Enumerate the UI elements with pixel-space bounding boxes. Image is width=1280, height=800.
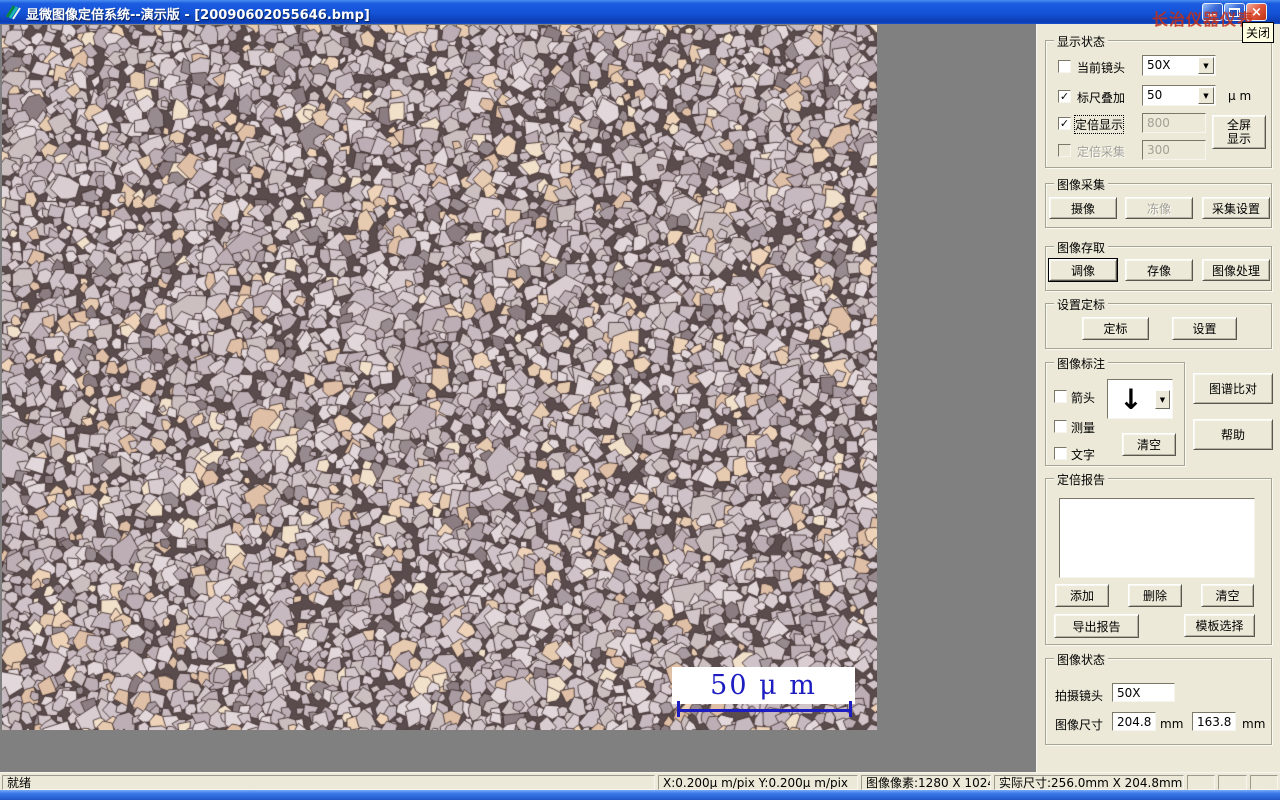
- arrow-down-icon: ↓: [1119, 382, 1143, 416]
- close-icon: ×: [1251, 4, 1262, 20]
- current-lens-label: 当前镜头: [1077, 61, 1126, 75]
- micrograph-image[interactable]: [2, 25, 877, 730]
- control-panel: 显示状态 当前镜头 50X ▼ ✓ 标尺叠加 50 ▼ μ m ✓ 定倍显示 8…: [1036, 24, 1280, 772]
- fixed-display-field: 800: [1142, 113, 1206, 133]
- group-display-status: 显示状态 当前镜头 50X ▼ ✓ 标尺叠加 50 ▼ μ m ✓ 定倍显示 8…: [1045, 33, 1272, 168]
- dropdown-arrow-icon[interactable]: ▼: [1155, 390, 1170, 409]
- load-image-button[interactable]: 调像: [1049, 259, 1117, 281]
- scale-unit-label: μ m: [1228, 89, 1252, 103]
- shoot-lens-field: 50X: [1112, 683, 1175, 702]
- report-add-button[interactable]: 添加: [1055, 584, 1109, 607]
- group-image-status-legend: 图像状态: [1054, 651, 1109, 668]
- current-lens-checkbox[interactable]: [1058, 60, 1071, 73]
- save-image-button[interactable]: 存像: [1125, 259, 1193, 281]
- help-button[interactable]: 帮助: [1193, 419, 1273, 450]
- template-select-button[interactable]: 模板选择: [1184, 614, 1255, 637]
- report-delete-button[interactable]: 删除: [1128, 584, 1182, 607]
- image-width-unit: mm: [1160, 717, 1184, 731]
- fullscreen-button-line1: 全屏: [1226, 118, 1251, 132]
- scale-overlay-checkbox[interactable]: ✓: [1058, 90, 1071, 103]
- shoot-lens-label: 拍摄镜头: [1055, 689, 1104, 703]
- status-extra-pane: [1250, 775, 1278, 790]
- image-process-button[interactable]: 图像处理: [1202, 259, 1270, 281]
- status-ready: 就绪: [2, 775, 655, 790]
- report-clear-button[interactable]: 清空: [1201, 584, 1254, 607]
- group-image-storage-legend: 图像存取: [1054, 239, 1109, 256]
- restore-icon: [1229, 7, 1240, 17]
- clear-annotation-button[interactable]: 清空: [1122, 433, 1176, 456]
- status-pixel-scale: X:0.200μ m/pix Y:0.200μ m/pix: [658, 775, 858, 790]
- app-icon: [5, 5, 21, 20]
- minimize-button[interactable]: [1202, 3, 1223, 21]
- group-annotation-legend: 图像标注: [1054, 355, 1109, 372]
- status-bar: 就绪 X:0.200μ m/pix Y:0.200μ m/pix 图像像素:12…: [0, 772, 1280, 790]
- image-height-field: 163.8: [1192, 712, 1236, 731]
- fullscreen-button-line2: 显示: [1226, 132, 1251, 146]
- fixed-capture-checkbox: [1058, 144, 1071, 157]
- group-report: 定倍报告 添加 删除 清空 导出报告 模板选择: [1045, 471, 1272, 645]
- close-tooltip: 关闭: [1242, 22, 1275, 43]
- scale-combobox[interactable]: 50 ▼: [1142, 85, 1216, 106]
- fixed-display-label: 定倍显示: [1073, 115, 1125, 134]
- status-extra-pane: [1218, 775, 1247, 790]
- group-calibration: 设置定标 定标 设置: [1045, 296, 1272, 349]
- text-checkbox[interactable]: [1054, 447, 1067, 460]
- fullscreen-button[interactable]: 全屏 显示: [1212, 115, 1266, 149]
- arrow-checkbox[interactable]: [1054, 390, 1067, 403]
- atlas-compare-button[interactable]: 图谱比对: [1193, 373, 1273, 404]
- group-image-capture: 图像采集 摄像 冻像 采集设置: [1045, 176, 1272, 228]
- capture-settings-button[interactable]: 采集设置: [1202, 197, 1270, 219]
- scalebar-left-cap: [677, 701, 680, 717]
- text-label: 文字: [1071, 448, 1096, 462]
- dropdown-arrow-icon[interactable]: ▼: [1198, 57, 1214, 74]
- scalebar-right-cap: [849, 701, 852, 717]
- group-image-status: 图像状态 拍摄镜头 50X 图像尺寸 204.8 mm 163.8 mm: [1045, 651, 1272, 745]
- measure-label: 测量: [1071, 421, 1096, 435]
- restore-button[interactable]: [1224, 3, 1245, 21]
- group-report-legend: 定倍报告: [1054, 471, 1109, 488]
- group-calibration-legend: 设置定标: [1054, 296, 1109, 313]
- image-width-field: 204.8: [1112, 712, 1156, 731]
- scalebar-overlay: 50 μ m: [672, 667, 855, 704]
- capture-button[interactable]: 摄像: [1049, 197, 1117, 219]
- status-extra-pane: [1187, 775, 1215, 790]
- calibration-settings-button[interactable]: 设置: [1172, 317, 1237, 340]
- freeze-button: 冻像: [1125, 197, 1193, 219]
- lens-combobox[interactable]: 50X ▼: [1142, 55, 1216, 76]
- scalebar-line: [677, 709, 852, 712]
- arrow-label: 箭头: [1071, 391, 1096, 405]
- fixed-capture-label: 定倍采集: [1077, 145, 1126, 159]
- dropdown-arrow-icon[interactable]: ▼: [1198, 87, 1214, 104]
- group-display-status-legend: 显示状态: [1054, 33, 1109, 50]
- arrow-style-combobox[interactable]: ↓ ▼: [1107, 379, 1173, 419]
- scale-overlay-label: 标尺叠加: [1077, 91, 1126, 105]
- report-listbox[interactable]: [1059, 498, 1255, 578]
- close-button[interactable]: ×: [1246, 3, 1267, 21]
- status-actual-size: 实际尺寸:256.0mm X 204.8mm: [994, 775, 1184, 790]
- fixed-display-checkbox[interactable]: ✓: [1058, 117, 1071, 130]
- image-size-label: 图像尺寸: [1055, 718, 1104, 732]
- fixed-capture-field: 300: [1142, 140, 1206, 160]
- window-title: 显微图像定倍系统--演示版 - [20090602055646.bmp]: [26, 8, 370, 23]
- taskbar-edge: [0, 790, 1280, 800]
- group-annotation: 图像标注 箭头 ↓ ▼ 测量 文字 清空: [1045, 355, 1185, 466]
- group-image-storage: 图像存取 调像 存像 图像处理: [1045, 239, 1272, 291]
- image-height-unit: mm: [1242, 717, 1266, 731]
- calibrate-button[interactable]: 定标: [1082, 317, 1149, 340]
- status-image-pixels: 图像像素:1280 X 1024: [861, 775, 991, 790]
- measure-checkbox[interactable]: [1054, 420, 1067, 433]
- minimize-icon: [1208, 14, 1217, 17]
- titlebar: 显微图像定倍系统--演示版 - [20090602055646.bmp] × 长…: [0, 0, 1280, 29]
- scalebar-label: 50 μ m: [710, 670, 817, 701]
- lens-combobox-value: 50X: [1147, 58, 1171, 72]
- group-image-capture-legend: 图像采集: [1054, 176, 1109, 193]
- export-report-button[interactable]: 导出报告: [1054, 614, 1139, 638]
- scale-combobox-value: 50: [1147, 88, 1163, 102]
